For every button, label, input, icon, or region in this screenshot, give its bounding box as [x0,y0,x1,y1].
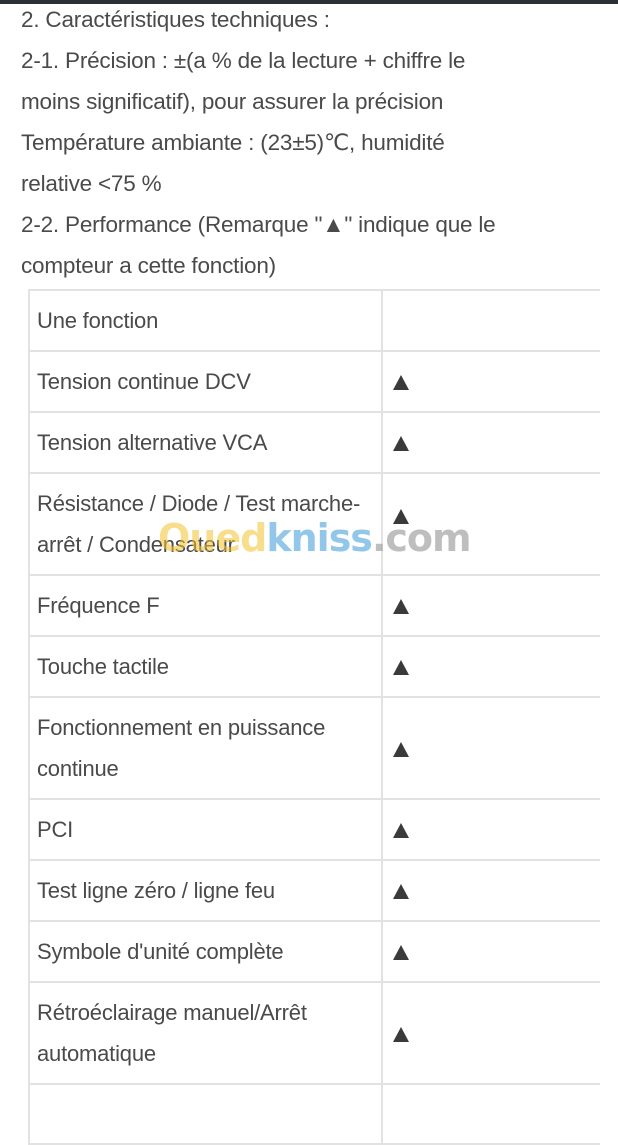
table-row: Résistance / Diode / Test marche-arrêt /… [28,472,600,576]
function-table: Une fonction Tension continue DCV Tensio… [28,289,600,1145]
function-cell: Tension alternative VCA [28,411,383,474]
function-cell: Fréquence F [28,574,383,637]
precision-line-2: moins significatif), pour assurer la pré… [21,89,444,114]
function-cell: Rétroéclairage manuel/Arrêt automatique [28,981,383,1085]
precision-line-1: 2-1. Précision : ±(a % de la lecture + c… [21,48,466,73]
table-row: PCI [28,798,600,861]
triangle-marker-icon [393,823,409,839]
header-mark-cell [382,289,600,352]
table-row: Tension continue DCV [28,350,600,413]
table-row: Fonctionnement en puissance continue [28,696,600,800]
triangle-marker-icon [393,436,409,452]
function-cell: Fonctionnement en puissance continue [28,696,383,800]
triangle-marker-icon [393,884,409,900]
intro-section: 2. Caractéristiques techniques : 2-1. Pr… [21,0,611,286]
table-header-row: Une fonction [28,289,600,352]
function-cell: Résistance / Diode / Test marche-arrêt /… [28,472,383,576]
function-cell: Tension continue DCV [28,350,383,413]
function-cell: PCI [28,798,383,861]
performance-line-1: 2-2. Performance (Remarque "▲" indique q… [21,212,496,237]
table-row: Tension alternative VCA [28,411,600,474]
table-row: Touche tactile [28,635,600,698]
table-row: Rétroéclairage manuel/Arrêt automatique [28,981,600,1085]
table-row: Fréquence F [28,574,600,637]
function-cell: Test ligne zéro / ligne feu [28,859,383,922]
function-cell: Symbole d'unité complète [28,920,383,983]
function-cell: Touche tactile [28,635,383,698]
function-cell [28,1083,383,1145]
triangle-marker-icon [393,508,409,524]
table-row-partial [28,1083,600,1145]
triangle-marker-icon [393,1026,409,1042]
conditions-line-2: relative <75 % [21,171,162,196]
table-row: Symbole d'unité complète [28,920,600,983]
triangle-marker-icon [393,375,409,391]
section-heading: 2. Caractéristiques techniques : [21,7,330,32]
triangle-marker-icon [393,660,409,676]
table-row: Test ligne zéro / ligne feu [28,859,600,922]
performance-line-2: compteur a cette fonction) [21,253,276,278]
conditions-line-1: Température ambiante : (23±5)℃, humidité [21,130,445,155]
triangle-marker-icon [393,599,409,615]
triangle-marker-icon [393,741,409,757]
header-function-cell: Une fonction [28,289,383,352]
triangle-marker-icon [393,945,409,961]
